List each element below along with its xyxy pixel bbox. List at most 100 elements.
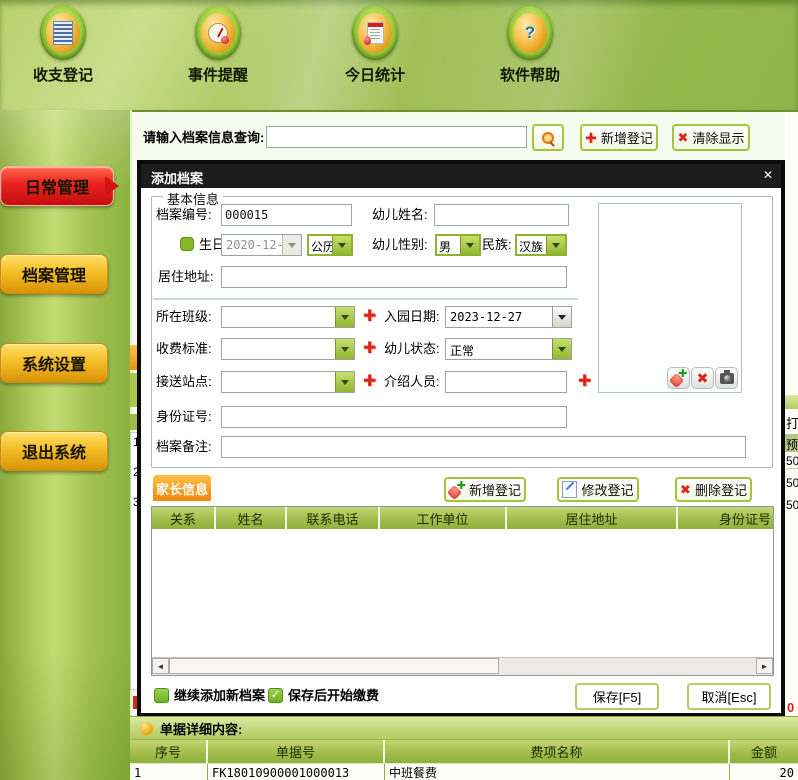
column-header-billno[interactable]: 单据号 — [208, 740, 385, 763]
close-icon[interactable]: ✕ — [763, 168, 773, 182]
column-header-amount[interactable]: 金额 — [730, 740, 798, 763]
help-icon: ? — [507, 6, 553, 60]
station-label: 接送站点: — [156, 372, 212, 392]
continue-add-label: 继续添加新档案 — [174, 686, 265, 706]
column-header-idnumber[interactable]: 身份证号 — [678, 507, 773, 529]
dropdown-button[interactable] — [335, 339, 354, 359]
calendar-type-combo[interactable]: 公历 — [307, 234, 353, 256]
ethnic-combo[interactable]: 汉族 — [515, 234, 567, 256]
child-name-input[interactable] — [434, 204, 569, 226]
id-number-input[interactable] — [221, 406, 567, 428]
introducer-label: 介绍人员: — [384, 372, 440, 392]
address-label: 居住地址: — [158, 267, 214, 287]
camera-icon — [720, 373, 734, 384]
fee-standard-combo[interactable] — [221, 338, 355, 360]
toolbar-label: 今日统计 — [315, 64, 435, 85]
dropdown-button[interactable] — [552, 307, 571, 327]
gender-value: 男 — [439, 238, 451, 255]
scrollbar-thumb[interactable] — [169, 658, 499, 674]
background-header-text: 预 — [786, 436, 798, 453]
toolbar-item-stats[interactable]: 今日统计 — [315, 6, 435, 85]
parent-add-button[interactable]: ✚ 新增登记 — [444, 477, 526, 502]
toolbar-item-help[interactable]: ? 软件帮助 — [470, 6, 590, 85]
parent-table-body[interactable] — [152, 529, 773, 639]
toolbar-item-reminder[interactable]: 事件提醒 — [158, 6, 278, 85]
column-header-name[interactable]: 姓名 — [216, 507, 287, 529]
archive-no-input[interactable] — [221, 204, 352, 226]
scroll-left-icon[interactable]: ◄ — [152, 658, 169, 674]
sidebar-item-label: 档案管理 — [22, 262, 86, 286]
bill-table-row[interactable]: 1 FK18010900001000013 中班餐费 20 — [130, 763, 798, 780]
search-button[interactable] — [532, 124, 564, 151]
parent-delete-button[interactable]: ✖ 删除登记 — [675, 477, 752, 502]
child-status-combo[interactable]: 正常 — [445, 338, 572, 360]
continue-add-checkbox[interactable] — [154, 688, 169, 703]
tab-parent-info[interactable]: 家长信息 — [153, 475, 211, 501]
station-combo[interactable] — [221, 371, 355, 393]
delete-photo-icon: ✖ — [697, 371, 709, 385]
birthday-checkbox[interactable] — [180, 237, 194, 251]
add-station-icon[interactable]: ✚ — [363, 374, 376, 390]
search-input[interactable] — [266, 126, 527, 148]
sidebar-item-exit[interactable]: 退出系统 — [0, 431, 108, 471]
section-divider — [153, 298, 578, 300]
sidebar-item-settings[interactable]: 系统设置 — [0, 343, 108, 383]
photo-camera-button[interactable] — [715, 367, 738, 389]
dropdown-button[interactable] — [282, 235, 301, 255]
cell-amount: 20 — [730, 764, 798, 780]
sidebar-item-archive[interactable]: 档案管理 — [0, 254, 108, 294]
child-status-label: 幼儿状态: — [384, 339, 440, 359]
column-header-phone[interactable]: 联系电话 — [287, 507, 380, 529]
parent-edit-label: 修改登记 — [581, 480, 633, 499]
dropdown-button[interactable] — [332, 236, 351, 254]
toolbar-item-income[interactable]: 收支登记 — [3, 6, 123, 85]
column-header-feename[interactable]: 费项名称 — [385, 740, 730, 763]
column-header-index[interactable]: 序号 — [130, 740, 208, 763]
cancel-button[interactable]: 取消[Esc] — [687, 683, 771, 710]
top-banner: 收支登记 事件提醒 今日统计 ? 软件帮助 — [0, 0, 798, 112]
archive-no-label: 档案编号: — [156, 205, 212, 225]
horizontal-scrollbar[interactable]: ◄ ► — [152, 657, 773, 675]
sidebar-item-daily[interactable]: 日常管理 — [0, 166, 114, 206]
column-header-address[interactable]: 居住地址 — [507, 507, 678, 529]
gender-combo[interactable]: 男 — [435, 234, 481, 256]
child-name-label: 幼儿姓名: — [372, 205, 428, 225]
clear-display-button[interactable]: ✖ 清除显示 — [672, 124, 750, 151]
birthday-date-combo[interactable]: 2020-12-27 — [221, 234, 302, 256]
child-status-value: 正常 — [450, 342, 474, 359]
parent-table-header: 关系 姓名 联系电话 工作单位 居住地址 身份证号 — [152, 507, 773, 529]
column-header-relation[interactable]: 关系 — [152, 507, 216, 529]
toolbar-label: 事件提醒 — [158, 64, 278, 85]
enroll-date-combo[interactable]: 2023-12-27 — [445, 306, 572, 328]
address-input[interactable] — [221, 266, 567, 288]
dropdown-button[interactable] — [335, 307, 354, 327]
add-archive-dialog: 添加档案 ✕ 基本信息 档案编号: 幼儿姓名: 生日 2020-12-27 公历… — [137, 160, 785, 717]
add-class-icon[interactable]: ✚ — [363, 309, 376, 325]
id-number-label: 身份证号: — [156, 407, 212, 427]
photo-import-button[interactable]: ✚ — [667, 367, 690, 389]
parent-table-panel: 关系 姓名 联系电话 工作单位 居住地址 身份证号 ◄ ► — [151, 506, 774, 676]
pay-after-save-checkbox[interactable]: ✓ — [268, 688, 283, 703]
photo-delete-button[interactable]: ✖ — [691, 367, 714, 389]
edit-icon — [562, 481, 577, 498]
scroll-right-icon[interactable]: ► — [756, 658, 773, 674]
column-header-workunit[interactable]: 工作单位 — [380, 507, 507, 529]
cell-index: 1 — [130, 764, 208, 780]
dropdown-button[interactable] — [546, 236, 565, 254]
dropdown-button[interactable] — [552, 339, 571, 359]
pay-after-save-label: 保存后开始缴费 — [288, 686, 379, 706]
new-record-label: 新增登记 — [601, 128, 653, 147]
class-combo[interactable] — [221, 306, 355, 328]
new-record-button[interactable]: ✚ 新增登记 — [580, 124, 658, 151]
note-input[interactable] — [221, 436, 746, 458]
background-red-amount-fragment: 0 — [787, 700, 794, 715]
dropdown-button[interactable] — [460, 236, 479, 254]
clock-icon — [195, 6, 241, 60]
add-fee-icon[interactable]: ✚ — [363, 341, 376, 357]
fee-standard-label: 收费标准: — [156, 339, 212, 359]
introducer-input[interactable] — [445, 371, 567, 393]
parent-edit-button[interactable]: 修改登记 — [557, 477, 639, 502]
save-button[interactable]: 保存[F5] — [575, 683, 659, 710]
dropdown-button[interactable] — [335, 372, 354, 392]
add-introducer-icon[interactable]: ✚ — [578, 374, 591, 390]
